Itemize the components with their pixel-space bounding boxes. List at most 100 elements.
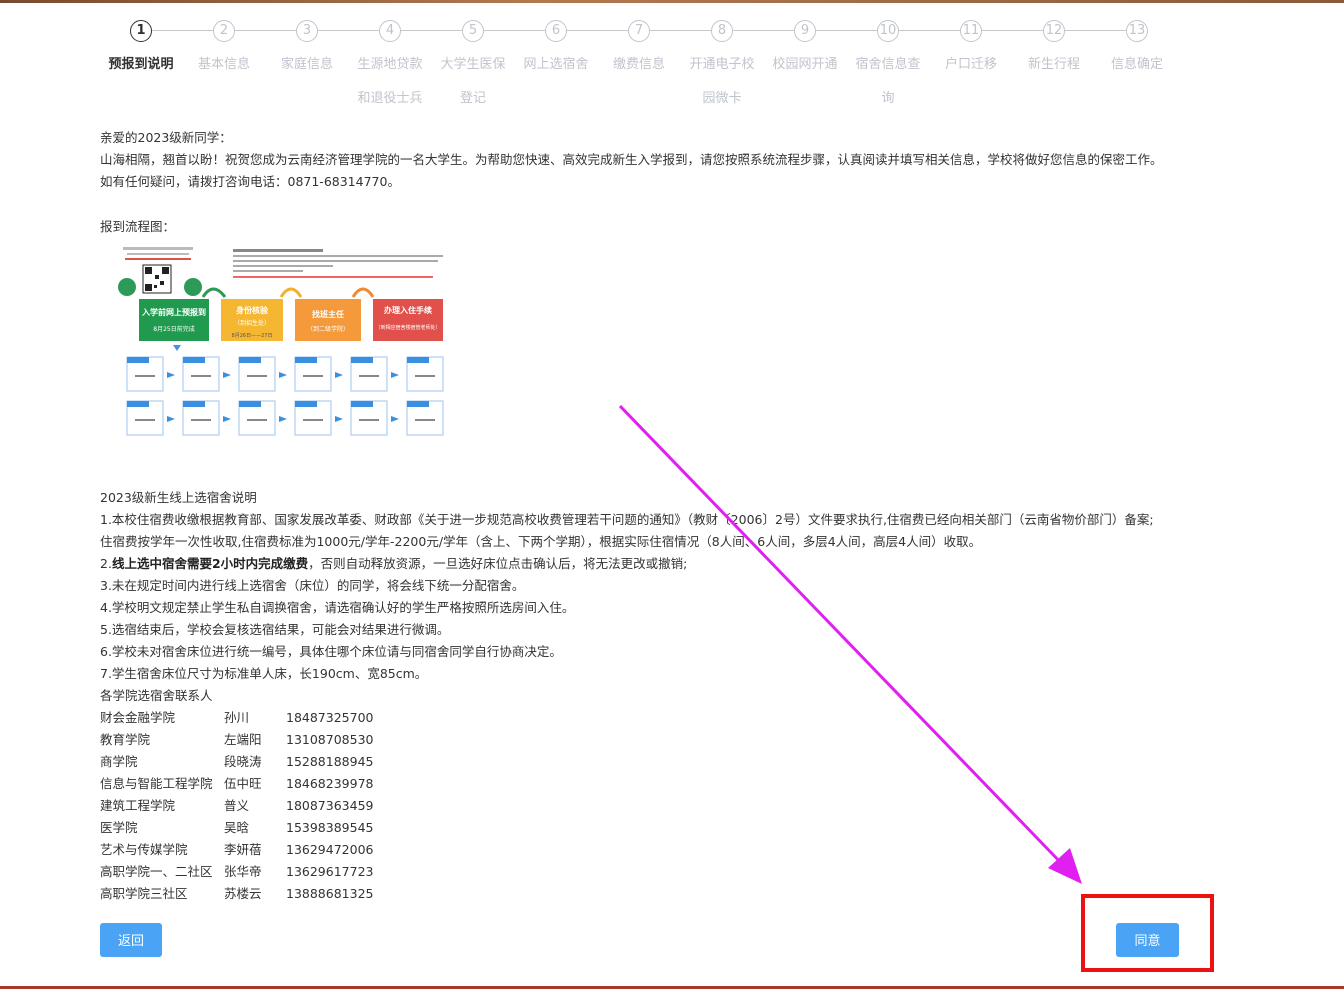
rule-2-bold: 线上选中宿舍需要2小时内完成缴费 [111, 556, 309, 571]
flow-step-header [127, 357, 149, 363]
step-number: 8 [711, 20, 733, 42]
step-title: 缴费信息 [597, 48, 681, 82]
step-title: 户口迁移 [929, 48, 1013, 82]
step-title: 家庭信息 [265, 48, 349, 82]
stage2-label: 身份核验 [236, 305, 269, 315]
contact-college: 教育学院 [100, 732, 151, 747]
flow-step-header [351, 357, 373, 363]
flow-step-text [359, 375, 379, 377]
step-connector [318, 30, 379, 31]
step-number: 9 [794, 20, 816, 42]
flow-step-text [303, 419, 323, 421]
step-title-line1: 基本信息 [197, 57, 250, 72]
step-number: 7 [628, 20, 650, 42]
flow-step-header [183, 401, 205, 407]
flow-step-text [415, 375, 435, 377]
contact-college: 商学院 [100, 754, 138, 769]
step-title-line1: 开通电子校 [689, 57, 755, 72]
step-connector [484, 30, 545, 31]
back-button[interactable]: 返回 [100, 923, 162, 957]
step-title: 生源地贷款 和退役士兵 [348, 48, 432, 116]
step-title: 宿舍信息查询 [846, 48, 930, 116]
step-title: 开通电子校 园微卡 [680, 48, 764, 116]
step-title-line1: 户口迁移 [944, 57, 997, 72]
dorm-rules: 2023级新生线上选宿舍说明 1.本校住宿费收缴根据教育部、国家发展改革委、财政… [100, 487, 1220, 707]
step-title: 新生行程 [1012, 48, 1096, 82]
step-number: 11 [960, 20, 982, 42]
step-title-line1: 网上选宿舍 [523, 57, 589, 72]
step-connector [401, 30, 462, 31]
contact-phone: 13629472006 [286, 842, 374, 857]
flow-step-header [239, 401, 261, 407]
step-connector [235, 30, 296, 31]
greeting: 亲爱的2023级新同学： [100, 130, 232, 145]
contact-name: 左端阳 [224, 732, 262, 747]
contact-phone: 18468239978 [286, 776, 374, 791]
flow-step-header [183, 357, 205, 363]
stage1-label: 入学前网上预报到 [141, 307, 206, 317]
contact-phone: 15398389545 [286, 820, 374, 835]
contact-row: 高职学院三社区 苏楼云 13888681325 [100, 883, 400, 905]
flow-step-header [295, 357, 317, 363]
top-border [0, 0, 1344, 3]
flow-step-header [351, 401, 373, 407]
step-number: 6 [545, 20, 567, 42]
rule-2-rest: ，否则自动释放资源，一旦选好床位点击确认后，将无法更改或撤销; [308, 556, 688, 571]
step-title: 基本信息 [182, 48, 266, 82]
contact-phone: 13888681325 [286, 886, 374, 901]
contact-row: 教育学院 左端阳 13108708530 [100, 729, 400, 751]
step-title-line1: 校园网开通 [772, 57, 838, 72]
step-number: 3 [296, 20, 318, 42]
step-title-line1: 家庭信息 [280, 57, 333, 72]
step-title-line1: 生源地贷款 [357, 57, 423, 72]
step-number: 13 [1126, 20, 1148, 42]
step-connector [733, 30, 794, 31]
step-connector [1065, 30, 1126, 31]
contact-phone: 15288188945 [286, 754, 374, 769]
step-connector [982, 30, 1043, 31]
flow-step-text [247, 375, 267, 377]
registration-flow-image: 入学前网上预报到 8月25日前完成 身份核验 （到招生处） 8月26日——27日… [113, 245, 450, 445]
stage3-label: 找班主任 [312, 309, 344, 319]
stage4-sub: （到相应宿舍楼宿管老师处） [375, 324, 440, 331]
stage1-sub: 8月25日前完成 [153, 325, 194, 333]
step-connector [152, 30, 213, 31]
rule-3: 3.未在规定时间内进行线上选宿舍（床位）的同学，将会线下统一分配宿舍。 [100, 578, 525, 593]
progress-stepper: 1 预报到说明 2 基本信息 3 家庭信息 4 生源地贷款 和退役士兵 5 大学生医保 登记 6 网上选宿… [0, 18, 1344, 108]
rule-2: 2.线上选中宿舍需要2小时内完成缴费，否则自动释放资源，一旦选好床位点击确认后，… [100, 553, 1220, 575]
step-connector [816, 30, 877, 31]
highlight-box [1081, 894, 1214, 972]
stage3-sub: （到二级学院） [307, 325, 349, 333]
rule-4: 4.学校明文规定禁止学生私自调换宿舍，请选宿确认好的学生严格按照所选房间入住。 [100, 600, 575, 615]
step-connector [567, 30, 628, 31]
contact-name: 伍中旺 [224, 776, 262, 791]
contact-college: 艺术与传媒学院 [100, 842, 188, 857]
flow-step-header [127, 401, 149, 407]
contact-row: 财会金融学院 孙川 18487325700 [100, 707, 400, 729]
contacts-title: 各学院选宿舍联系人 [100, 688, 213, 703]
step-title-line2: 询 [881, 91, 895, 106]
contact-phone: 13108708530 [286, 732, 374, 747]
contact-row: 建筑工程学院 普义 18087363459 [100, 795, 400, 817]
step-number: 4 [379, 20, 401, 42]
contact-phone: 18087363459 [286, 798, 374, 813]
flow-label: 报到流程图： [100, 219, 176, 234]
contact-college: 财会金融学院 [100, 710, 176, 725]
flow-step-text [135, 419, 155, 421]
step-number: 5 [462, 20, 484, 42]
step-title: 校园网开通 [763, 48, 847, 82]
contact-college: 高职学院一、二社区 [100, 864, 213, 879]
flow-step-text [135, 375, 155, 377]
step-number: 1 [130, 20, 152, 42]
step-title-line1: 信息确定 [1110, 57, 1163, 72]
step-title-line1: 宿舍信息查 [855, 57, 921, 72]
step-title-line1: 缴费信息 [612, 57, 665, 72]
contact-name: 吴晗 [224, 820, 250, 835]
step-title-line1: 大学生医保 [440, 57, 506, 72]
step-title: 预报到说明 [99, 48, 183, 82]
flow-step-text [247, 419, 267, 421]
rule-7: 7.学生宿舍床位尺寸为标准单人床，长190cm、宽85cm。 [100, 666, 428, 681]
step-title-line1: 新生行程 [1027, 57, 1080, 72]
flow-step-text [415, 419, 435, 421]
step-number: 12 [1043, 20, 1065, 42]
